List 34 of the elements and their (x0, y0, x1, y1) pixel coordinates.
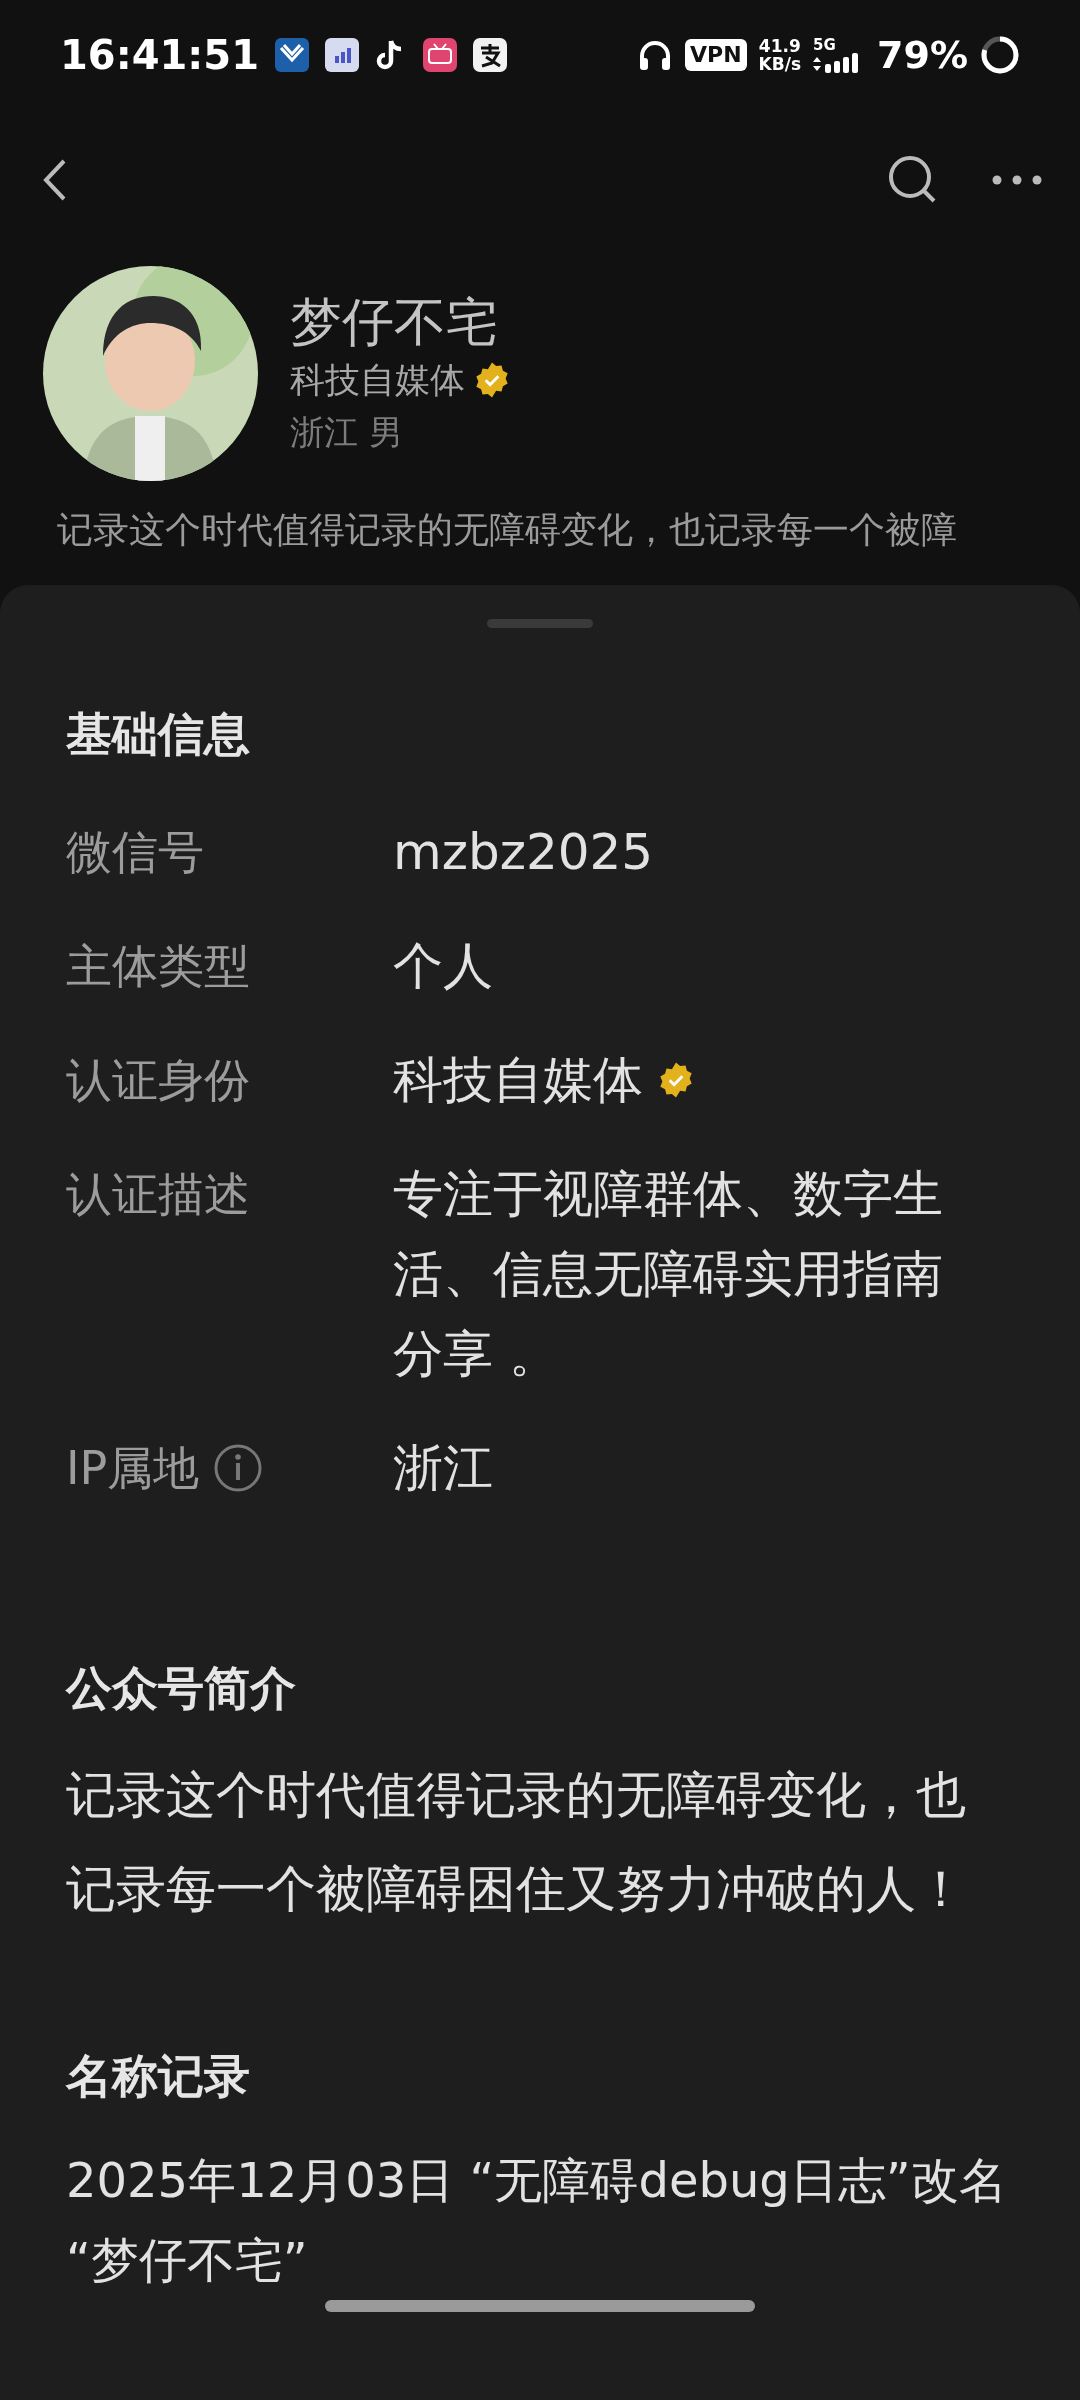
more-button[interactable] (990, 173, 1044, 187)
clock-time: 16:41:51 (60, 31, 259, 80)
battery-percent: 79% (877, 31, 968, 79)
field-label: 微信号 (66, 824, 204, 881)
network-type: 5G (813, 37, 836, 53)
app-icon (275, 38, 309, 72)
headphones-icon (637, 38, 673, 72)
field-value: 个人 (393, 936, 493, 997)
field-label: 主体类型 (66, 938, 250, 995)
name-change-text: 2025年12月03日 “无障碍debug日志”改名 “梦仔不宅” (66, 2151, 1008, 2290)
verification-label: 科技自媒体 (290, 358, 465, 402)
field-label: IP属地 (66, 1440, 200, 1497)
location-gender: 浙江 男 (290, 410, 404, 454)
section-title: 基础信息 (66, 706, 251, 763)
network-speed: 41.9 (758, 37, 801, 55)
field-value: 浙江 (393, 1438, 493, 1499)
section-title: 公众号简介 (66, 1660, 297, 1717)
bio-text: 记录这个时代值得记录的无障碍变化，也记录每一个被障 (57, 509, 957, 550)
payment-app-icon (473, 38, 507, 72)
field-value: mzbz2025 (393, 822, 654, 883)
info-icon[interactable] (213, 1443, 264, 1493)
account-name: 梦仔不宅 (290, 290, 499, 354)
field-label: 认证描述 (66, 1166, 250, 1223)
vpn-indicator: VPN (685, 39, 747, 71)
section-title: 名称记录 (66, 2048, 251, 2105)
field-value: 专注于视障群体、数字生活、信息无障碍实用指南分享 。 (393, 1164, 944, 1385)
chart-app-icon (325, 38, 359, 72)
speed-unit: KB/s (758, 55, 802, 73)
tv-app-icon (423, 38, 457, 72)
drag-handle[interactable] (487, 619, 593, 628)
field-value: 科技自媒体 (393, 1050, 643, 1111)
intro-text: 记录这个时代值得记录的无障碍变化，也记录每一个被障碍困住又努力冲破的人！ (66, 1765, 967, 1920)
battery-ring-icon (980, 35, 1020, 75)
field-label: 认证身份 (66, 1052, 250, 1109)
